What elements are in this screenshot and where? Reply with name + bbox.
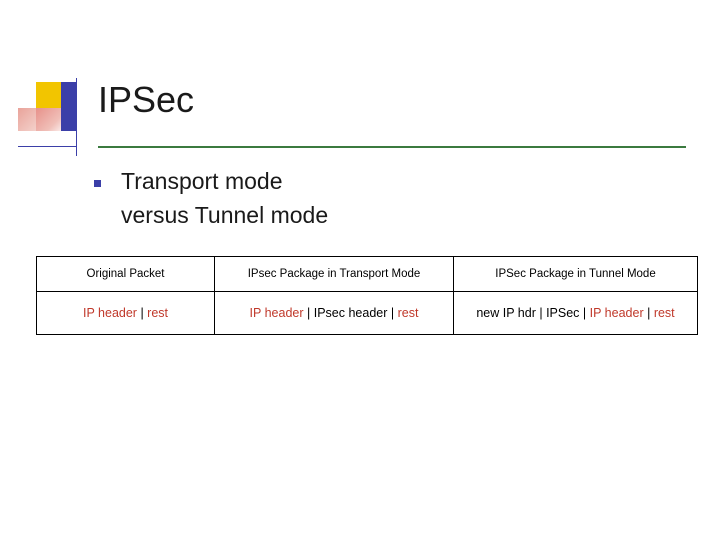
cell-original-packet: IP header | rest (36, 291, 215, 335)
cell1-rest: rest (147, 306, 169, 320)
logo-vertical-line (76, 78, 77, 156)
table-header-row: Original Packet IPsec Package in Transpo… (36, 256, 698, 292)
cell3-rest: rest (653, 306, 675, 320)
cell3-ipsec: IPSec (546, 306, 580, 320)
packet-format-table: Original Packet IPsec Package in Transpo… (36, 256, 698, 335)
logo-horizontal-line (18, 146, 76, 147)
cell-tunnel-mode-packet: new IP hdr | IPSec | IP header | rest (453, 291, 698, 335)
bullet-line-2: versus Tunnel mode (121, 202, 329, 228)
table-header-tunnel-mode: IPSec Package in Tunnel Mode (453, 256, 698, 292)
cell2-sep-2: | (387, 306, 398, 320)
table-header-transport-mode: IPsec Package in Transport Mode (214, 256, 454, 292)
square-bullet-icon (94, 180, 101, 187)
cell3-sep-2: | (579, 306, 590, 320)
cell3-sep-3: | (643, 306, 654, 320)
logo-blue-bar (61, 82, 76, 131)
logo-yellow-square (36, 82, 61, 108)
bullet-text: Transport mode versus Tunnel mode (121, 164, 328, 232)
title-divider (98, 146, 686, 148)
bullet-item: Transport mode versus Tunnel mode (94, 164, 674, 232)
cell2-rest: rest (397, 306, 419, 320)
bullet-line-1: Transport mode (121, 168, 283, 194)
table-row: IP header | rest IP header | IPsec heade… (36, 291, 698, 335)
cell3-sep-1: | (535, 306, 547, 320)
page-title: IPSec (98, 79, 195, 120)
logo-red-square (36, 108, 61, 131)
slide-logo (18, 78, 96, 156)
cell2-ipsec-header: IPsec header (313, 306, 388, 320)
cell-transport-mode-packet: IP header | IPsec header | rest (214, 291, 454, 335)
cell2-sep-1: | (303, 306, 314, 320)
cell3-ip-header: IP header (589, 306, 644, 320)
cell1-sep-1: | (136, 306, 148, 320)
table-header-original-packet: Original Packet (36, 256, 215, 292)
cell3-new-ip-hdr: new IP hdr (476, 306, 536, 320)
cell2-ip-header: IP header (249, 306, 304, 320)
cell1-ip-header: IP header (82, 306, 137, 320)
